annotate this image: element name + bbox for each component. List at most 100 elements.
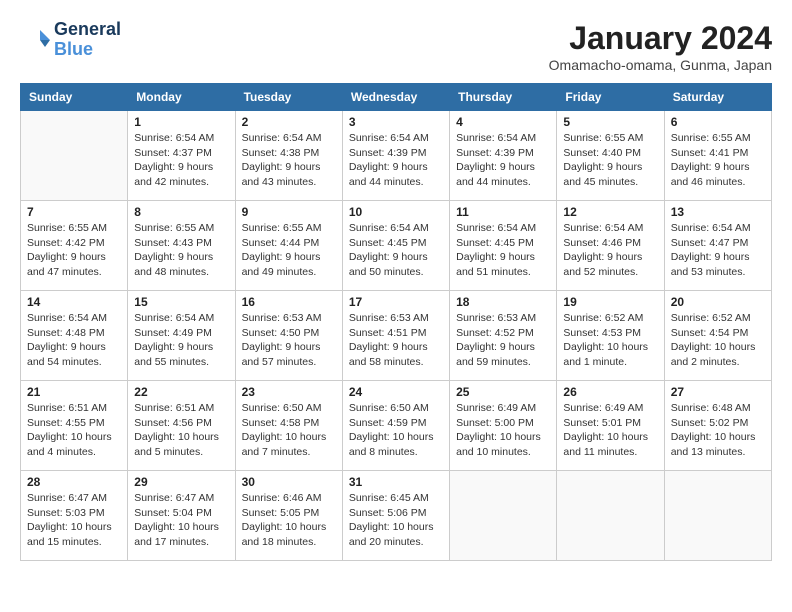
- logo-icon: [20, 25, 50, 55]
- day-number: 19: [563, 295, 657, 309]
- calendar-cell: 6 Sunrise: 6:55 AMSunset: 4:41 PMDaylight…: [664, 111, 771, 201]
- weekday-sunday: Sunday: [21, 84, 128, 111]
- day-number: 23: [242, 385, 336, 399]
- logo-line1: General: [54, 20, 121, 40]
- week-row-5: 28Sunrise: 6:47 AMSunset: 5:03 PMDayligh…: [21, 471, 772, 561]
- calendar-cell: 1 Sunrise: 6:54 AMSunset: 4:37 PMDaylight…: [128, 111, 235, 201]
- calendar-cell: 16 Sunrise: 6:53 AMSunset: 4:50 PMDayligh…: [235, 291, 342, 381]
- day-detail: Sunrise: 6:54 AMSunset: 4:39 PMDaylight:…: [456, 131, 550, 190]
- page-header: General Blue January 2024 Omamacho-omama…: [20, 20, 772, 73]
- calendar-cell: 5 Sunrise: 6:55 AMSunset: 4:40 PMDaylight…: [557, 111, 664, 201]
- day-detail: Sunrise: 6:49 AMSunset: 5:01 PMDaylight:…: [563, 401, 657, 460]
- day-detail: Sunrise: 6:52 AMSunset: 4:54 PMDaylight:…: [671, 311, 765, 370]
- day-number: 17: [349, 295, 443, 309]
- day-detail: Sunrise: 6:52 AMSunset: 4:53 PMDaylight:…: [563, 311, 657, 370]
- day-number: 29: [134, 475, 228, 489]
- calendar-cell: 20 Sunrise: 6:52 AMSunset: 4:54 PMDayligh…: [664, 291, 771, 381]
- day-detail: Sunrise: 6:55 AMSunset: 4:40 PMDaylight:…: [563, 131, 657, 190]
- day-number: 13: [671, 205, 765, 219]
- day-detail: Sunrise: 6:54 AMSunset: 4:48 PMDaylight:…: [27, 311, 121, 370]
- day-detail: Sunrise: 6:53 AMSunset: 4:52 PMDaylight:…: [456, 311, 550, 370]
- calendar-cell: 9 Sunrise: 6:55 AMSunset: 4:44 PMDaylight…: [235, 201, 342, 291]
- day-detail: Sunrise: 6:54 AMSunset: 4:49 PMDaylight:…: [134, 311, 228, 370]
- day-detail: Sunrise: 6:51 AMSunset: 4:56 PMDaylight:…: [134, 401, 228, 460]
- day-number: 5: [563, 115, 657, 129]
- day-detail: Sunrise: 6:45 AMSunset: 5:06 PMDaylight:…: [349, 491, 443, 550]
- day-detail: Sunrise: 6:55 AMSunset: 4:44 PMDaylight:…: [242, 221, 336, 280]
- weekday-thursday: Thursday: [450, 84, 557, 111]
- calendar-cell: 31 Sunrise: 6:45 AMSunset: 5:06 PMDayligh…: [342, 471, 449, 561]
- day-number: 28: [27, 475, 121, 489]
- day-number: 20: [671, 295, 765, 309]
- day-number: 11: [456, 205, 550, 219]
- day-number: 31: [349, 475, 443, 489]
- day-detail: Sunrise: 6:54 AMSunset: 4:39 PMDaylight:…: [349, 131, 443, 190]
- weekday-wednesday: Wednesday: [342, 84, 449, 111]
- calendar-cell: 17 Sunrise: 6:53 AMSunset: 4:51 PMDayligh…: [342, 291, 449, 381]
- week-row-1: 1 Sunrise: 6:54 AMSunset: 4:37 PMDaylight…: [21, 111, 772, 201]
- day-detail: Sunrise: 6:50 AMSunset: 4:59 PMDaylight:…: [349, 401, 443, 460]
- day-number: 26: [563, 385, 657, 399]
- calendar-cell: 10 Sunrise: 6:54 AMSunset: 4:45 PMDayligh…: [342, 201, 449, 291]
- day-number: 2: [242, 115, 336, 129]
- day-number: 25: [456, 385, 550, 399]
- day-number: 18: [456, 295, 550, 309]
- calendar-body: 1 Sunrise: 6:54 AMSunset: 4:37 PMDaylight…: [21, 111, 772, 561]
- calendar-cell: 21 Sunrise: 6:51 AMSunset: 4:55 PMDayligh…: [21, 381, 128, 471]
- day-number: 22: [134, 385, 228, 399]
- day-detail: Sunrise: 6:53 AMSunset: 4:50 PMDaylight:…: [242, 311, 336, 370]
- calendar-cell: 27 Sunrise: 6:48 AMSunset: 5:02 PMDayligh…: [664, 381, 771, 471]
- day-number: 24: [349, 385, 443, 399]
- location: Omamacho-omama, Gunma, Japan: [549, 57, 772, 73]
- day-detail: Sunrise: 6:48 AMSunset: 5:02 PMDaylight:…: [671, 401, 765, 460]
- title-block: January 2024 Omamacho-omama, Gunma, Japa…: [549, 20, 772, 73]
- day-detail: Sunrise: 6:55 AMSunset: 4:41 PMDaylight:…: [671, 131, 765, 190]
- weekday-friday: Friday: [557, 84, 664, 111]
- calendar-cell: [664, 471, 771, 561]
- day-detail: Sunrise: 6:51 AMSunset: 4:55 PMDaylight:…: [27, 401, 121, 460]
- calendar-cell: 7Sunrise: 6:55 AMSunset: 4:42 PMDaylight…: [21, 201, 128, 291]
- day-number: 7: [27, 205, 121, 219]
- day-number: 6: [671, 115, 765, 129]
- day-detail: Sunrise: 6:50 AMSunset: 4:58 PMDaylight:…: [242, 401, 336, 460]
- calendar-cell: 12 Sunrise: 6:54 AMSunset: 4:46 PMDayligh…: [557, 201, 664, 291]
- day-detail: Sunrise: 6:54 AMSunset: 4:46 PMDaylight:…: [563, 221, 657, 280]
- day-number: 9: [242, 205, 336, 219]
- day-detail: Sunrise: 6:46 AMSunset: 5:05 PMDaylight:…: [242, 491, 336, 550]
- calendar-cell: 4Sunrise: 6:54 AMSunset: 4:39 PMDaylight…: [450, 111, 557, 201]
- day-number: 14: [27, 295, 121, 309]
- calendar-cell: 11Sunrise: 6:54 AMSunset: 4:45 PMDayligh…: [450, 201, 557, 291]
- calendar-cell: 30 Sunrise: 6:46 AMSunset: 5:05 PMDayligh…: [235, 471, 342, 561]
- logo-text: General Blue: [54, 20, 121, 60]
- week-row-3: 14 Sunrise: 6:54 AMSunset: 4:48 PMDayligh…: [21, 291, 772, 381]
- day-number: 12: [563, 205, 657, 219]
- day-detail: Sunrise: 6:54 AMSunset: 4:45 PMDaylight:…: [349, 221, 443, 280]
- day-number: 27: [671, 385, 765, 399]
- calendar-cell: 19 Sunrise: 6:52 AMSunset: 4:53 PMDayligh…: [557, 291, 664, 381]
- day-detail: Sunrise: 6:53 AMSunset: 4:51 PMDaylight:…: [349, 311, 443, 370]
- calendar-cell: 26 Sunrise: 6:49 AMSunset: 5:01 PMDayligh…: [557, 381, 664, 471]
- day-detail: Sunrise: 6:55 AMSunset: 4:43 PMDaylight:…: [134, 221, 228, 280]
- month-title: January 2024: [549, 20, 772, 57]
- calendar-cell: [21, 111, 128, 201]
- calendar-cell: 13Sunrise: 6:54 AMSunset: 4:47 PMDayligh…: [664, 201, 771, 291]
- weekday-saturday: Saturday: [664, 84, 771, 111]
- day-number: 10: [349, 205, 443, 219]
- day-number: 8: [134, 205, 228, 219]
- day-number: 30: [242, 475, 336, 489]
- calendar-cell: 3 Sunrise: 6:54 AMSunset: 4:39 PMDaylight…: [342, 111, 449, 201]
- day-number: 1: [134, 115, 228, 129]
- weekday-monday: Monday: [128, 84, 235, 111]
- day-number: 3: [349, 115, 443, 129]
- day-number: 21: [27, 385, 121, 399]
- weekday-header-row: SundayMondayTuesdayWednesdayThursdayFrid…: [21, 84, 772, 111]
- week-row-4: 21 Sunrise: 6:51 AMSunset: 4:55 PMDayligh…: [21, 381, 772, 471]
- logo: General Blue: [20, 20, 121, 60]
- calendar-cell: 2Sunrise: 6:54 AMSunset: 4:38 PMDaylight…: [235, 111, 342, 201]
- calendar-cell: 14 Sunrise: 6:54 AMSunset: 4:48 PMDayligh…: [21, 291, 128, 381]
- calendar-cell: 24 Sunrise: 6:50 AMSunset: 4:59 PMDayligh…: [342, 381, 449, 471]
- day-detail: Sunrise: 6:54 AMSunset: 4:37 PMDaylight:…: [134, 131, 228, 190]
- calendar-cell: [450, 471, 557, 561]
- day-number: 16: [242, 295, 336, 309]
- day-number: 15: [134, 295, 228, 309]
